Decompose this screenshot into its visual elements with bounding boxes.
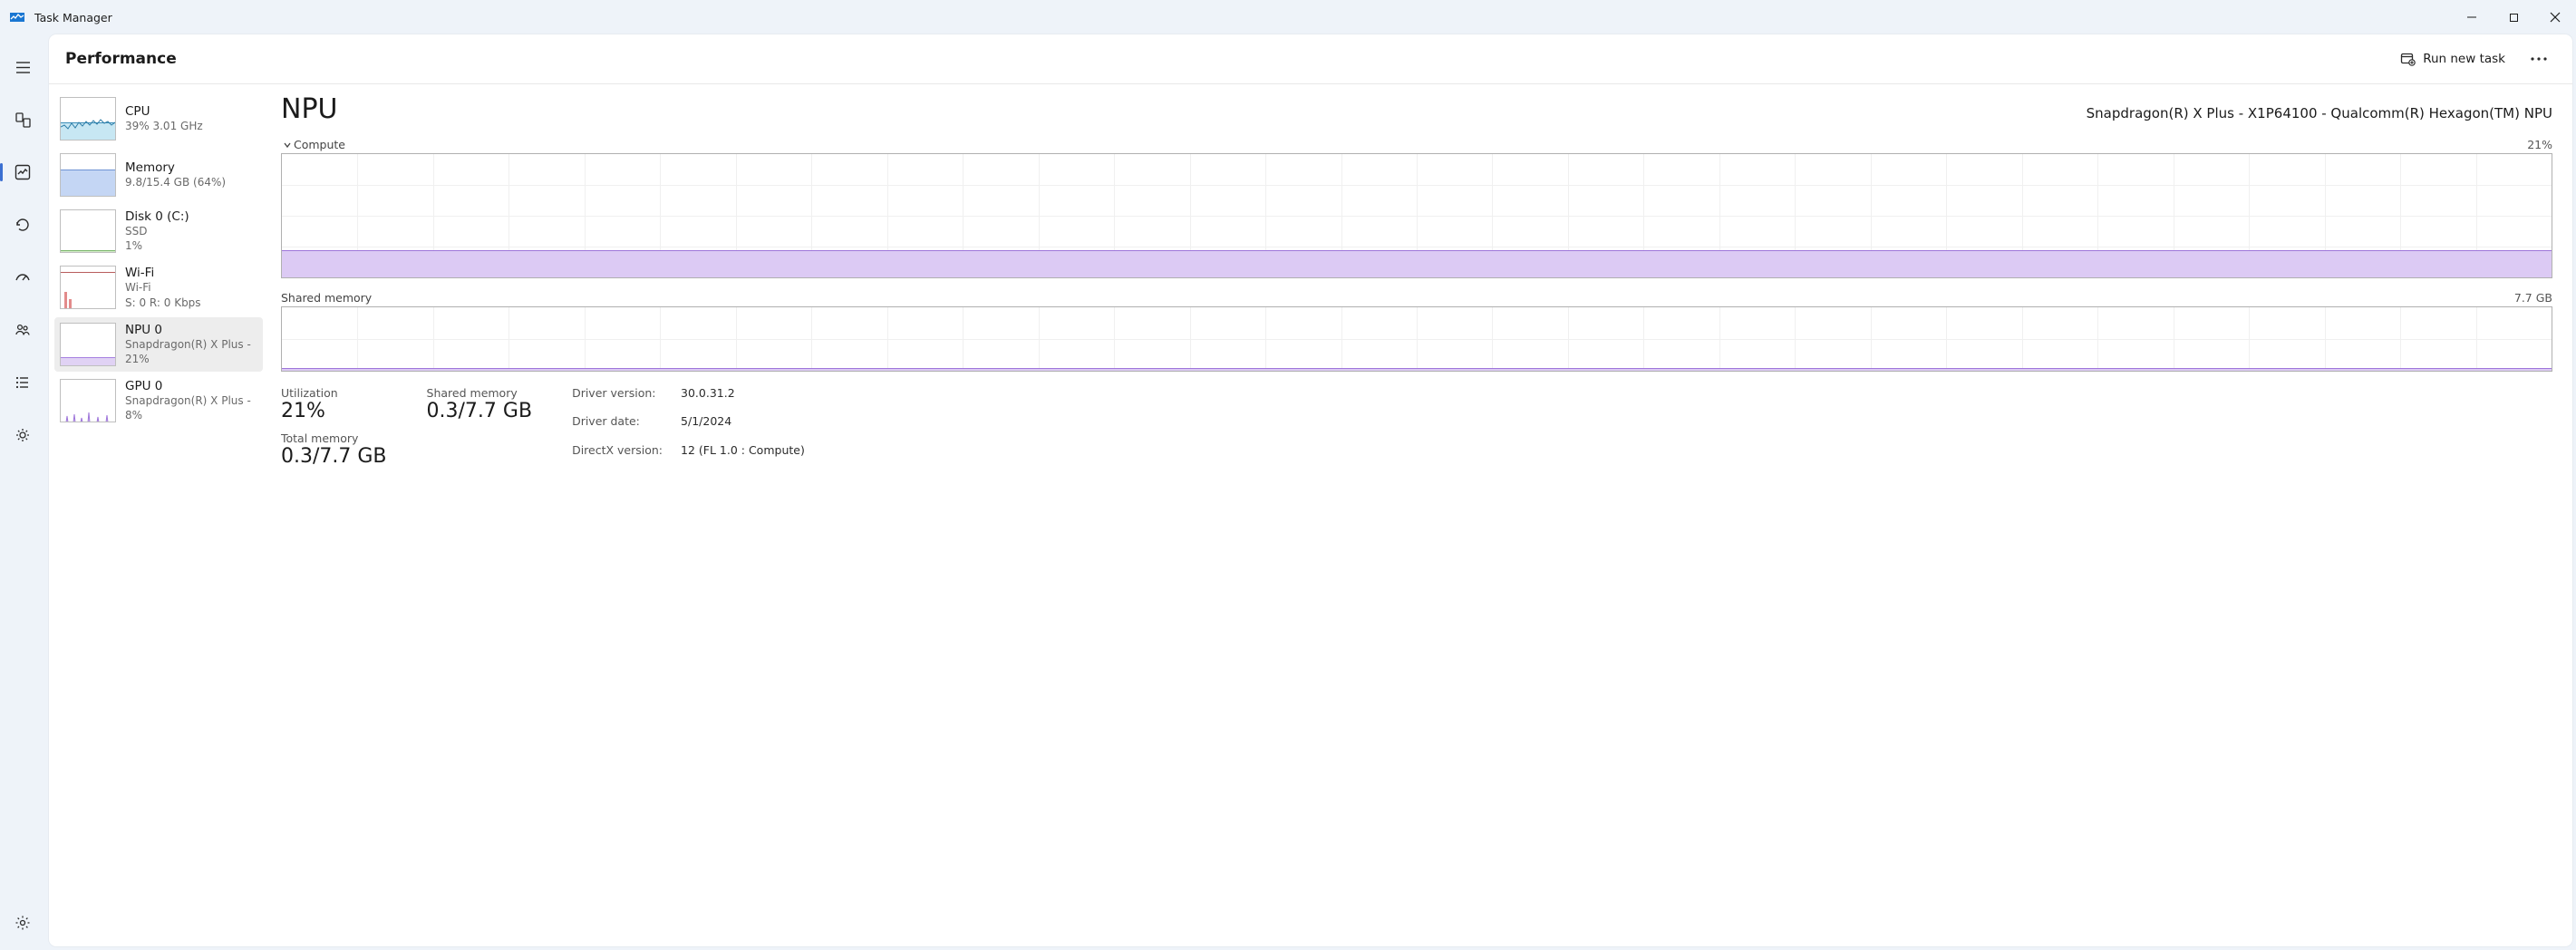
stats-row: Utilization 21% Total memory 0.3/7.7 GB …: [281, 386, 2552, 468]
page-title: Performance: [65, 50, 177, 68]
thumb-memory: [60, 153, 116, 197]
nav-performance-icon[interactable]: [6, 156, 39, 189]
main-title: NPU: [281, 93, 338, 125]
app-icon: [9, 9, 25, 25]
device-sub2: 21%: [125, 352, 251, 366]
performance-main: NPU Snapdragon(R) X Plus - X1P64100 - Qu…: [268, 84, 2572, 946]
device-sub: SSD: [125, 224, 189, 238]
shared-chart-header: Shared memory 7.7 GB: [281, 291, 2552, 305]
hamburger-icon[interactable]: [6, 51, 39, 83]
driver-date-value: 5/1/2024: [681, 414, 805, 439]
total-memory-label: Total memory: [281, 431, 387, 445]
device-title: Disk 0 (C:): [125, 209, 189, 224]
nav-users-icon[interactable]: [6, 314, 39, 346]
nav-rail: [0, 34, 45, 950]
directx-version-key: DirectX version:: [572, 443, 663, 468]
run-task-icon: [2400, 52, 2416, 67]
nav-startup-icon[interactable]: [6, 261, 39, 294]
shared-chart-label: Shared memory: [281, 291, 372, 305]
content-header: Performance Run new task: [49, 34, 2572, 84]
chevron-down-icon: [281, 141, 294, 150]
device-item-wifi[interactable]: Wi-Fi Wi-Fi S: 0 R: 0 Kbps: [54, 260, 263, 315]
run-new-task-button[interactable]: Run new task: [2391, 46, 2514, 73]
device-sub2: S: 0 R: 0 Kbps: [125, 296, 201, 310]
compute-chart-header[interactable]: Compute 21%: [281, 138, 2552, 151]
compute-chart-label: Compute: [294, 138, 345, 151]
shared-memory-value: 0.3/7.7 GB: [427, 400, 533, 422]
titlebar[interactable]: Task Manager: [0, 0, 2576, 34]
nav-settings-icon[interactable]: [6, 906, 39, 939]
device-title: Wi-Fi: [125, 266, 201, 280]
device-description: Snapdragon(R) X Plus - X1P64100 - Qualco…: [351, 105, 2553, 121]
utilization-value: 21%: [281, 400, 387, 422]
driver-version-key: Driver version:: [572, 386, 663, 411]
thumb-npu: [60, 323, 116, 366]
device-item-npu[interactable]: NPU 0 Snapdragon(R) X Plus - 21%: [54, 317, 263, 372]
device-sub: Snapdragon(R) X Plus -: [125, 337, 251, 352]
content-panel: Performance Run new task: [49, 34, 2572, 946]
total-memory-value: 0.3/7.7 GB: [281, 445, 387, 468]
nav-services-icon[interactable]: [6, 419, 39, 451]
nav-details-icon[interactable]: [6, 366, 39, 399]
device-item-disk[interactable]: Disk 0 (C:) SSD 1%: [54, 204, 263, 258]
device-item-memory[interactable]: Memory 9.8/15.4 GB (64%): [54, 148, 263, 202]
device-item-cpu[interactable]: CPU 39% 3.01 GHz: [54, 92, 263, 146]
thumb-cpu: [60, 97, 116, 141]
driver-date-key: Driver date:: [572, 414, 663, 439]
performance-device-list: CPU 39% 3.01 GHz Memory 9.8/15.4 GB (64%…: [49, 84, 268, 946]
device-sub2: 1%: [125, 238, 189, 253]
thumb-disk: [60, 209, 116, 253]
thumb-gpu: [60, 379, 116, 422]
device-sub: 9.8/15.4 GB (64%): [125, 175, 226, 189]
utilization-label: Utilization: [281, 386, 387, 400]
compute-chart-right: 21%: [2527, 138, 2552, 151]
device-title: Memory: [125, 160, 226, 175]
close-button[interactable]: [2534, 3, 2576, 32]
device-sub2: 8%: [125, 408, 251, 422]
shared-memory-label: Shared memory: [427, 386, 533, 400]
device-sub: Snapdragon(R) X Plus -: [125, 393, 251, 408]
nav-app-history-icon[interactable]: [6, 208, 39, 241]
device-title: NPU 0: [125, 323, 251, 337]
device-sub: 39% 3.01 GHz: [125, 119, 203, 133]
driver-version-value: 30.0.31.2: [681, 386, 805, 411]
thumb-wifi: [60, 266, 116, 309]
overflow-button[interactable]: [2522, 44, 2556, 74]
directx-version-value: 12 (FL 1.0 : Compute): [681, 443, 805, 468]
maximize-button[interactable]: [2493, 3, 2534, 32]
device-title: CPU: [125, 104, 203, 119]
minimize-button[interactable]: [2451, 3, 2493, 32]
device-sub: Wi-Fi: [125, 280, 201, 295]
window-title: Task Manager: [34, 11, 112, 24]
device-title: GPU 0: [125, 379, 251, 393]
nav-processes-icon[interactable]: [6, 103, 39, 136]
device-item-gpu[interactable]: GPU 0 Snapdragon(R) X Plus - 8%: [54, 373, 263, 428]
driver-info: Driver version: 30.0.31.2 Driver date: 5…: [572, 386, 805, 468]
compute-chart: [281, 153, 2552, 278]
shared-chart-right: 7.7 GB: [2514, 291, 2552, 305]
run-task-label: Run new task: [2423, 52, 2505, 66]
shared-memory-chart: [281, 306, 2552, 372]
